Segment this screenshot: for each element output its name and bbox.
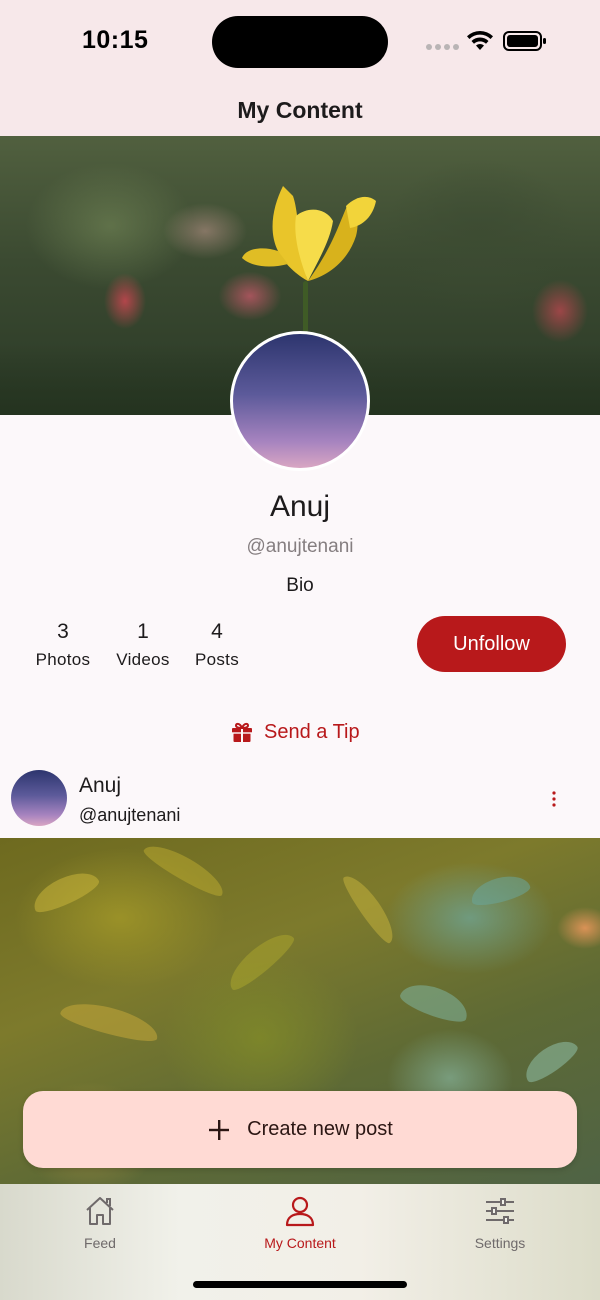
leaf-shape [58, 995, 162, 1047]
post-avatar[interactable] [11, 770, 67, 826]
stat-value: 4 [211, 620, 223, 643]
stat-posts[interactable]: 4 Posts [192, 620, 242, 670]
person-icon [285, 1196, 315, 1227]
page-title: My Content [237, 96, 363, 123]
more-options-icon[interactable] [546, 788, 562, 810]
battery-icon [503, 31, 546, 51]
stat-photos[interactable]: 3 Photos [33, 620, 93, 670]
send-tip-label: Send a Tip [264, 720, 360, 743]
cellular-signal-icon [426, 44, 459, 50]
tulip-icon [242, 186, 376, 281]
nav-item-feed[interactable]: Feed [30, 1194, 170, 1251]
leaf-shape [338, 869, 402, 947]
leaf-shape [467, 870, 533, 910]
nav-item-my-content[interactable]: My Content [230, 1194, 370, 1251]
home-indicator[interactable] [193, 1281, 407, 1288]
sliders-icon [486, 1198, 514, 1224]
stat-value: 3 [57, 620, 69, 643]
post-header: Anuj @anujtenani [0, 760, 600, 838]
leaf-shape [140, 838, 230, 902]
gift-icon [232, 722, 252, 742]
stat-videos[interactable]: 1 Videos [113, 620, 173, 670]
nav-item-settings[interactable]: Settings [430, 1194, 570, 1251]
unfollow-button[interactable]: Unfollow [417, 616, 566, 672]
nav-label: Feed [84, 1235, 116, 1251]
app-bar: My Content [0, 84, 600, 136]
leaf-shape [27, 864, 103, 918]
profile-bio: Bio [286, 575, 314, 596]
dynamic-island [212, 16, 388, 68]
stat-label: Photos [35, 650, 91, 669]
profile-avatar[interactable] [230, 331, 370, 471]
nav-label: My Content [264, 1235, 336, 1251]
profile-handle: @anujtenani [246, 536, 354, 557]
status-bar: 10:15 [0, 0, 600, 84]
send-tip-button[interactable]: Send a Tip [230, 716, 360, 748]
nav-label: Settings [474, 1235, 526, 1251]
wifi-icon [467, 30, 493, 50]
create-post-label: Create new post [247, 1118, 393, 1140]
profile-name: Anuj [269, 490, 331, 523]
plus-icon [209, 1119, 230, 1140]
home-icon [86, 1197, 114, 1225]
leaf-shape [221, 925, 299, 995]
stat-label: Videos [116, 650, 170, 669]
create-post-button[interactable]: Create new post [23, 1091, 577, 1168]
post-author-handle: @anujtenani [79, 805, 181, 825]
leaf-shape [518, 1032, 582, 1088]
stat-label: Posts [194, 650, 240, 669]
leaf-shape [397, 976, 473, 1028]
post-author-name: Anuj [79, 774, 122, 797]
status-time: 10:15 [82, 26, 149, 54]
stat-value: 1 [137, 620, 149, 643]
